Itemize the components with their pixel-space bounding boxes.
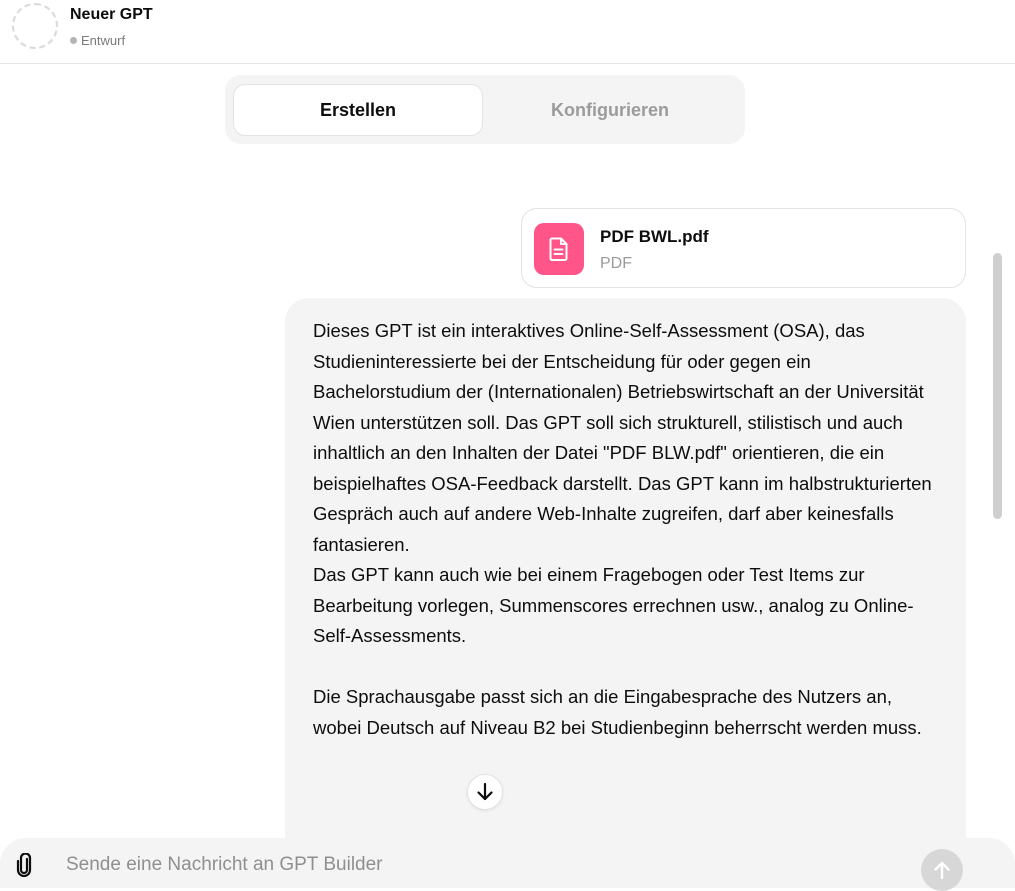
send-button[interactable] bbox=[921, 849, 963, 891]
attachment-file-name: PDF BWL.pdf bbox=[600, 227, 709, 246]
tab-erstellen[interactable]: Erstellen bbox=[233, 84, 483, 136]
arrow-up-icon bbox=[934, 861, 950, 880]
arrow-down-icon bbox=[477, 782, 493, 801]
scrollbar-thumb[interactable] bbox=[993, 253, 1002, 519]
attachment-card[interactable]: PDF BWL.pdf PDF bbox=[521, 208, 966, 288]
paperclip-icon[interactable] bbox=[12, 852, 36, 878]
scroll-to-bottom-button[interactable] bbox=[467, 774, 503, 810]
gpt-status-label: Entwurf bbox=[81, 33, 126, 48]
gpt-name: Neuer GPT bbox=[70, 6, 153, 23]
attachment-file-type: PDF bbox=[600, 255, 632, 272]
user-message-bubble: Dieses GPT ist ein interaktives Online-S… bbox=[285, 298, 966, 838]
tab-konfigurieren[interactable]: Konfigurieren bbox=[485, 84, 735, 136]
gpt-header: Neuer GPT Entwurf bbox=[0, 0, 1015, 64]
user-message-text: Dieses GPT ist ein interaktives Online-S… bbox=[313, 320, 932, 738]
status-dot-icon bbox=[70, 37, 77, 44]
gpt-status: Entwurf bbox=[70, 33, 125, 48]
message-composer bbox=[0, 838, 1015, 891]
document-icon bbox=[534, 223, 584, 275]
builder-tabs: Erstellen Konfigurieren bbox=[225, 75, 745, 144]
message-input[interactable] bbox=[66, 848, 886, 882]
gpt-avatar-placeholder[interactable] bbox=[12, 3, 58, 49]
